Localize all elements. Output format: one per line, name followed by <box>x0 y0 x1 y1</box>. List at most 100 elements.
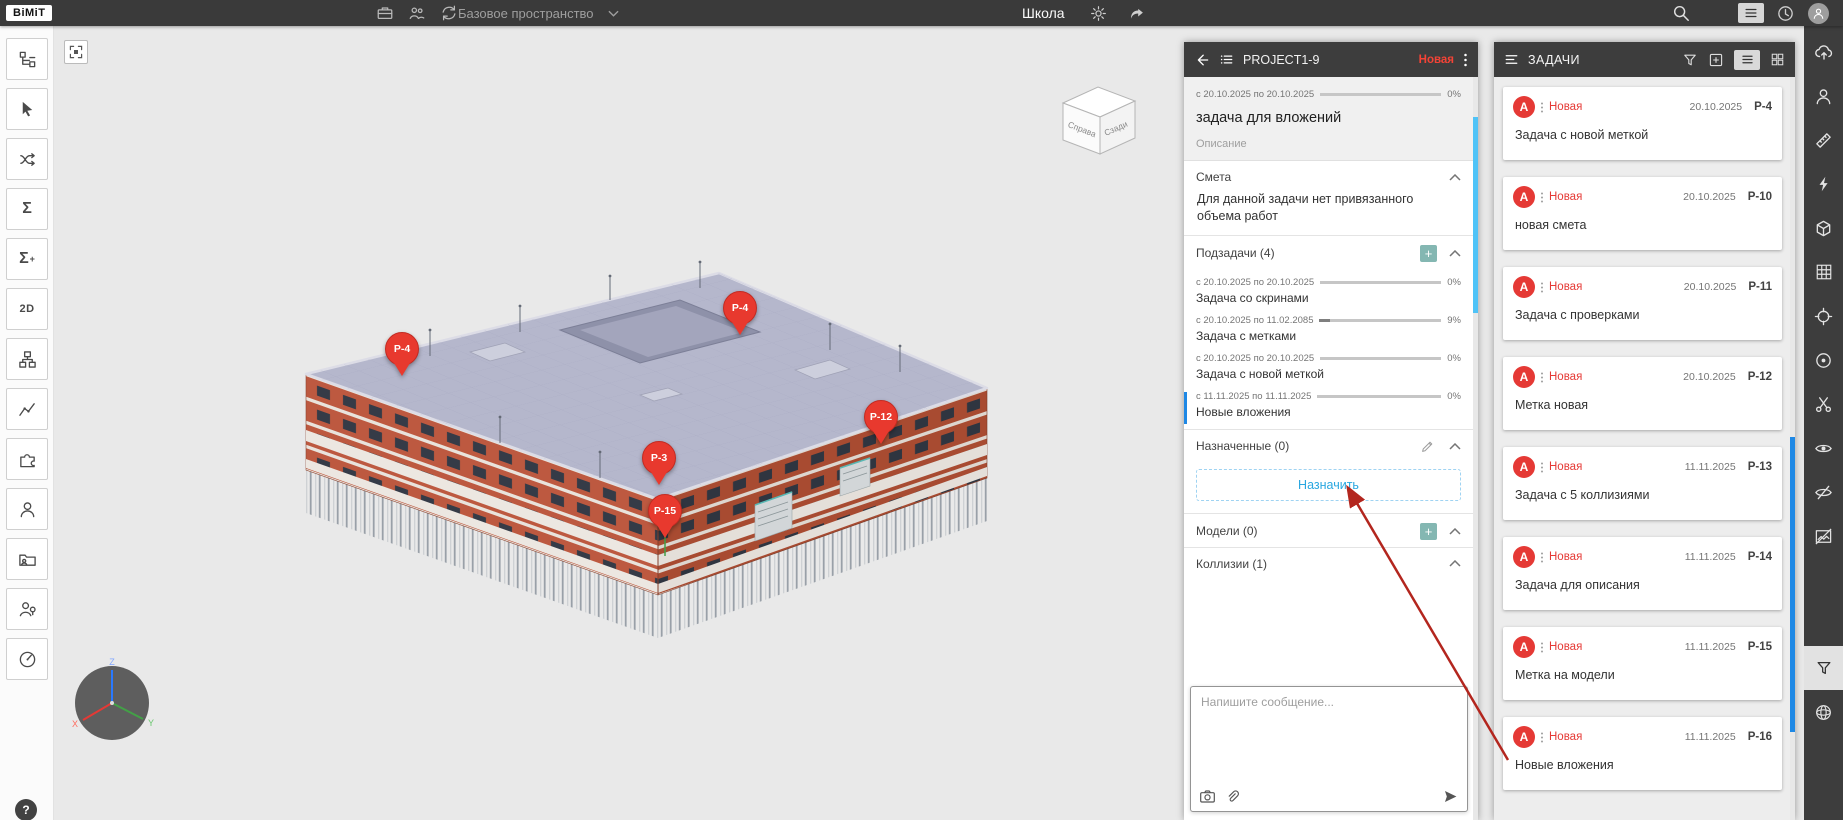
avatar: A <box>1513 186 1535 208</box>
tasks-scrollbar[interactable] <box>1790 77 1795 820</box>
add-model-button[interactable]: + <box>1420 523 1437 540</box>
account-icon[interactable] <box>1808 0 1829 26</box>
attach-photo-icon[interactable] <box>1199 788 1216 805</box>
tasks-list-icon[interactable] <box>1504 52 1519 67</box>
chevron-up-icon[interactable] <box>1449 250 1461 257</box>
plugins-button[interactable] <box>6 438 48 480</box>
help-button[interactable]: ? <box>15 799 37 820</box>
chevron-up-icon[interactable] <box>1449 174 1461 181</box>
view-list-button[interactable] <box>1738 0 1764 26</box>
image-off-button[interactable] <box>1804 514 1843 558</box>
ruler-button[interactable] <box>1804 118 1843 162</box>
grid-table-button[interactable] <box>1804 250 1843 294</box>
share-icon[interactable] <box>1128 0 1145 26</box>
subtask-item[interactable]: с 20.10.2025 по 20.10.2025 0% Задача с н… <box>1184 353 1473 381</box>
2d-mode-button[interactable]: 2D <box>6 288 48 330</box>
search-icon[interactable] <box>1672 0 1690 26</box>
card-menu-icon[interactable] <box>1540 281 1544 294</box>
task-card[interactable]: A Новая 11.11.2025 P-15 Метка на модели <box>1503 627 1782 700</box>
visibility-eye-button[interactable] <box>1804 426 1843 470</box>
select-button[interactable] <box>6 88 48 130</box>
section-models-header[interactable]: Модели (0) + <box>1184 514 1473 547</box>
gauge-button[interactable] <box>6 638 48 680</box>
model-tree-button[interactable] <box>6 38 48 80</box>
users-button[interactable] <box>6 488 48 530</box>
filter-tasks-icon[interactable] <box>1682 52 1698 68</box>
workspace-selector[interactable]: Базовое пространство <box>458 0 619 26</box>
app-logo[interactable]: BiMiT <box>6 0 52 26</box>
card-menu-icon[interactable] <box>1540 641 1544 654</box>
subtask-item[interactable]: с 20.10.2025 по 20.10.2025 0% Задача со … <box>1184 277 1473 305</box>
model-pin[interactable]: P-3 <box>642 441 676 489</box>
charts-button[interactable] <box>6 388 48 430</box>
card-menu-icon[interactable] <box>1540 551 1544 564</box>
card-title: Задача с новой меткой <box>1513 128 1772 142</box>
quick-actions-bolt-button[interactable] <box>1804 162 1843 206</box>
card-menu-icon[interactable] <box>1540 731 1544 744</box>
task-card[interactable]: A Новая 11.11.2025 P-14 Задача для описа… <box>1503 537 1782 610</box>
clash-detection-button[interactable] <box>6 138 48 180</box>
card-id: P-13 <box>1748 461 1772 473</box>
focus-model-button[interactable] <box>64 40 88 64</box>
assign-button[interactable]: Назначить <box>1196 469 1461 501</box>
send-icon[interactable] <box>1442 788 1459 805</box>
user-button[interactable] <box>1804 74 1843 118</box>
structure-button[interactable] <box>6 338 48 380</box>
task-card[interactable]: A Новая 11.11.2025 P-16 Новые вложения <box>1503 717 1782 790</box>
user-location-button[interactable] <box>6 588 48 630</box>
team-icon[interactable] <box>408 4 426 22</box>
card-title: новая смета <box>1513 218 1772 232</box>
model-pin[interactable]: P-12 <box>864 400 898 448</box>
task-card[interactable]: A Новая 20.10.2025 P-11 Задача с проверк… <box>1503 267 1782 340</box>
model-pin[interactable]: P-15 <box>648 494 682 542</box>
attach-file-icon[interactable] <box>1224 789 1240 805</box>
box-3d-button[interactable] <box>1804 206 1843 250</box>
message-input[interactable] <box>1191 687 1467 786</box>
visibility-eye-off-button[interactable] <box>1804 470 1843 514</box>
section-collisions-header[interactable]: Коллизии (1) <box>1184 548 1473 578</box>
card-menu-icon[interactable] <box>1540 371 1544 384</box>
list-view-icon[interactable] <box>1734 50 1760 70</box>
section-assigned-header[interactable]: Назначенные (0) <box>1184 430 1473 461</box>
chevron-up-icon[interactable] <box>1449 443 1461 450</box>
sphere-view-button[interactable] <box>1804 690 1843 734</box>
section-subtasks-header[interactable]: Подзадачи (4) + <box>1184 236 1473 269</box>
estimate-sum-add-button[interactable]: Σ+ <box>6 238 48 280</box>
task-card[interactable]: A Новая 20.10.2025 P-4 Задача с новой ме… <box>1503 87 1782 160</box>
card-title: Задача для описания <box>1513 578 1772 592</box>
crosshair-target-button[interactable] <box>1804 294 1843 338</box>
axis-z-label: Z <box>109 657 115 667</box>
point-marker-button[interactable] <box>1804 338 1843 382</box>
chevron-up-icon[interactable] <box>1449 528 1461 535</box>
section-cut-scissors-button[interactable] <box>1804 382 1843 426</box>
model-sync-icon[interactable] <box>440 4 458 22</box>
grid-view-icon[interactable] <box>1770 52 1785 67</box>
task-card[interactable]: A Новая 11.11.2025 P-13 Задача с 5 колли… <box>1503 447 1782 520</box>
add-task-icon[interactable] <box>1708 52 1724 68</box>
cloud-upload-button[interactable] <box>1804 30 1843 74</box>
add-subtask-button[interactable]: + <box>1420 245 1437 262</box>
filter-button[interactable] <box>1804 646 1843 690</box>
history-icon[interactable] <box>1776 0 1795 26</box>
section-estimate-header[interactable]: Смета <box>1184 161 1473 191</box>
toolbox-icon[interactable] <box>376 4 394 22</box>
status-badge: Новая <box>1549 461 1582 473</box>
chevron-up-icon[interactable] <box>1449 560 1461 567</box>
model-pin[interactable]: P-4 <box>385 332 419 380</box>
gear-icon[interactable] <box>1090 0 1107 26</box>
subtask-item-current[interactable]: с 11.11.2025 по 11.11.2025 0% Новые влож… <box>1184 391 1473 419</box>
roles-folder-button[interactable] <box>6 538 48 580</box>
card-menu-icon[interactable] <box>1540 101 1544 114</box>
subtask-percent: 0% <box>1447 277 1461 288</box>
task-card[interactable]: A Новая 20.10.2025 P-12 Метка новая <box>1503 357 1782 430</box>
pencil-icon[interactable] <box>1420 439 1435 454</box>
detail-scrollbar[interactable] <box>1473 77 1478 820</box>
back-button[interactable] <box>1194 52 1210 68</box>
subtask-item[interactable]: с 20.10.2025 по 11.02.2085 9% Задача с м… <box>1184 315 1473 343</box>
detail-menu-icon[interactable] <box>1463 52 1468 68</box>
model-pin[interactable]: P-4 <box>723 291 757 339</box>
card-menu-icon[interactable] <box>1540 461 1544 474</box>
card-menu-icon[interactable] <box>1540 191 1544 204</box>
estimate-sum-button[interactable]: Σ <box>6 188 48 230</box>
task-card[interactable]: A Новая 20.10.2025 P-10 новая смета <box>1503 177 1782 250</box>
